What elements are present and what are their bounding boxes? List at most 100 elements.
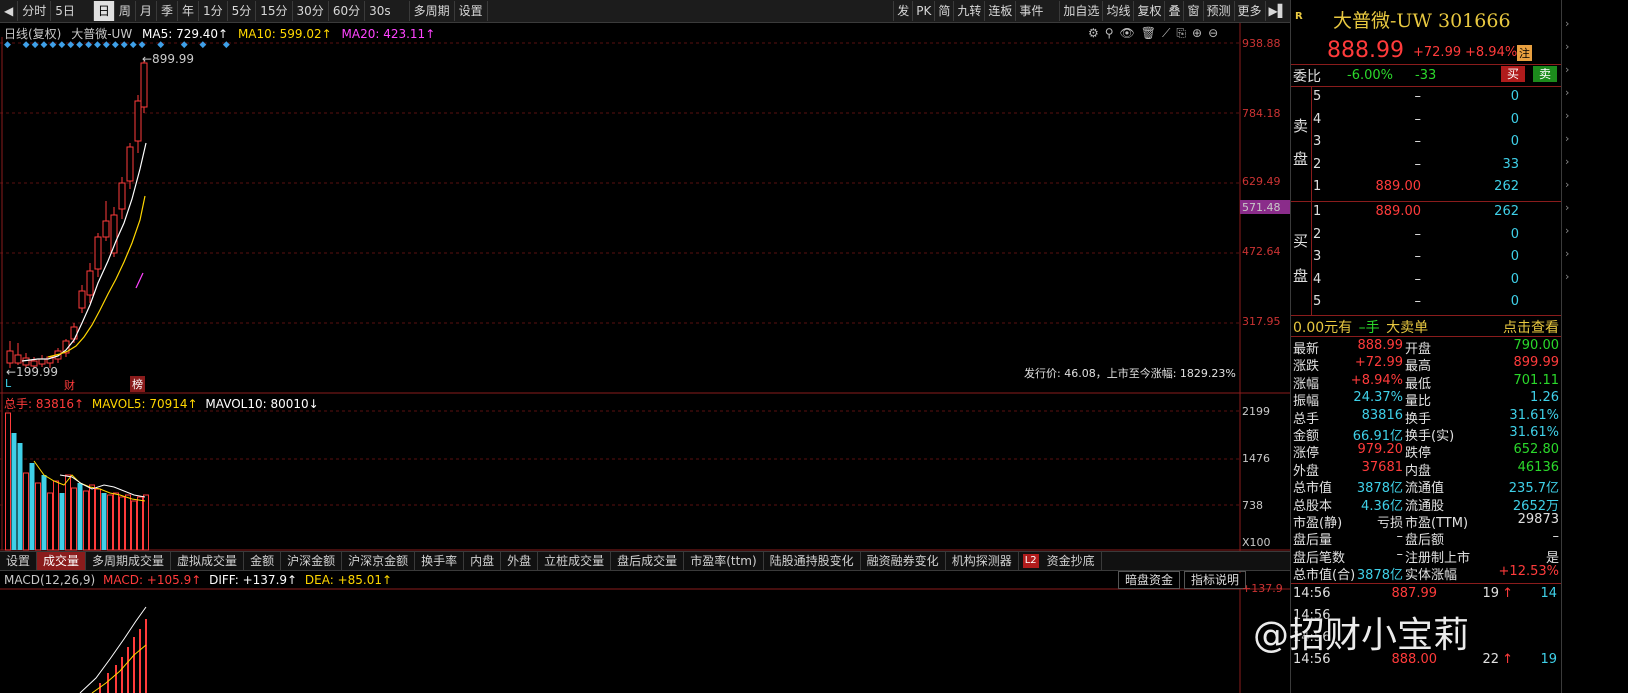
indicator-tab-8[interactable]: 内盘	[464, 552, 502, 570]
level: 3	[1313, 134, 1322, 149]
tool-button-4[interactable]: 连板	[984, 1, 1015, 21]
stat-value: +72.99	[1354, 355, 1403, 371]
period-tab-0[interactable]: 分时	[18, 1, 52, 21]
period-tab-10[interactable]: 30分	[293, 1, 329, 21]
period-tab-1[interactable]: 5日	[51, 1, 94, 21]
indicator-tab-7[interactable]: 换手率	[415, 552, 465, 570]
stat-label: 涨停	[1293, 446, 1320, 462]
bids-level-1[interactable]: 1 889.00 262	[1291, 204, 1561, 226]
tool-button-6[interactable]: 加自选	[1059, 1, 1102, 21]
play-icon[interactable]: ▶▌	[1264, 1, 1290, 21]
indicator-tab-14[interactable]: 融资融券变化	[861, 552, 946, 570]
marker-rank[interactable]: 榜	[130, 376, 145, 392]
volume-bar	[53, 480, 59, 551]
period-tab-7[interactable]: 1分	[199, 1, 228, 21]
candle-body	[86, 270, 94, 296]
period-tab-3[interactable]: 周	[115, 1, 136, 21]
indicator-tab-12[interactable]: 市盈率(ttm)	[684, 552, 764, 570]
sell-button[interactable]: 卖	[1533, 66, 1557, 82]
chart-tool-icons[interactable]: ⚙⚲👁🗑⟋⎘⊕⊖	[1088, 26, 1224, 41]
kline-type: 日线(复权)	[4, 27, 62, 41]
stat-label: 流通股	[1405, 498, 1445, 514]
period-tab-8[interactable]: 5分	[228, 1, 257, 21]
asks-level-4[interactable]: 2 – 33	[1291, 157, 1561, 179]
indicator-tab-11[interactable]: 盘后成交量	[611, 552, 685, 570]
note-tag[interactable]: 注	[1517, 45, 1532, 61]
big-order-link[interactable]: 点击查看	[1503, 317, 1559, 337]
period-tab-2[interactable]: 日	[93, 1, 115, 21]
buy-button[interactable]: 买	[1501, 66, 1525, 82]
tool-button-1[interactable]: PK	[912, 1, 934, 21]
candle-body	[140, 62, 148, 108]
indicator-tab-5[interactable]: 沪深金额	[281, 552, 343, 570]
tool-button-7[interactable]: 均线	[1102, 1, 1133, 21]
volume: 0	[1510, 89, 1519, 104]
period-tab-6[interactable]: 年	[178, 1, 199, 21]
volume-bar	[17, 443, 23, 550]
event-diamonds[interactable]: ◆ ◆◆◆◆◆◆◆◆◆◆◆◆◆◆ ◆ ◆ ◆ ◆	[4, 40, 232, 50]
period-tabs: 分时 5日日周月季年 1分 5分 15分 30分 60分 30s 多周期 设置	[18, 1, 488, 21]
period-tab-14[interactable]: 设置	[455, 1, 488, 21]
tool-button-12[interactable]: 更多	[1233, 1, 1265, 21]
macd-label: MACD(12,26,9)	[4, 573, 96, 587]
tool-button-10[interactable]: 窗	[1183, 1, 1202, 21]
indicator-tabs: 设置 成交量 多周期成交量 虚拟成交量 金额 沪深金额 沪深京金额 换手率 内盘 外盘 立桩成交量盘…	[0, 551, 1290, 571]
kline-chart[interactable]	[0, 23, 1290, 693]
dark-pool-button[interactable]: 暗盘资金	[1118, 571, 1181, 589]
asks-level-3[interactable]: 3 – 0	[1291, 134, 1561, 156]
asks-level-2[interactable]: 4 – 0	[1291, 112, 1561, 134]
period-tab-12[interactable]: 30s	[365, 1, 410, 21]
period-tab-5[interactable]: 季	[157, 1, 178, 21]
big-order-amount: 0.00元有	[1293, 320, 1353, 336]
period-tab-13[interactable]: 多周期	[410, 1, 455, 21]
tool-button-9[interactable]: 叠	[1164, 1, 1183, 21]
bids-level-4[interactable]: 4 – 0	[1291, 272, 1561, 294]
indicator-tab-4[interactable]: 金额	[244, 552, 282, 570]
stat-value: 29873	[1517, 512, 1559, 527]
tool-button-0[interactable]: 发	[893, 1, 912, 21]
indicator-tab-1[interactable]: 成交量	[37, 552, 87, 570]
volume-tick-3: X100	[1242, 536, 1271, 549]
tool-button-5[interactable]: 事件	[1015, 1, 1059, 21]
stat-row-4: 总手 83816 换手 31.61%	[1291, 407, 1561, 427]
volume-bar	[41, 475, 47, 550]
tool-button-2[interactable]: 简	[934, 1, 953, 21]
indicator-tab-3[interactable]: 虚拟成交量	[171, 552, 245, 570]
tool-button-11[interactable]: 预测	[1202, 1, 1234, 21]
indicator-tab-9[interactable]: 外盘	[501, 552, 539, 570]
candle-body	[94, 236, 102, 270]
period-toolbar: ◀ 分时 5日日周月季年 1分 5分 15分 30分 60分 30s 多周期 设置 发 PK 简九转连…	[0, 0, 1290, 23]
stat-row-9: 总股本 4.36亿 流通股 2652万	[1291, 495, 1561, 514]
volume-total: 总手: 83816↑	[4, 397, 85, 411]
period-tab-11[interactable]: 60分	[329, 1, 366, 21]
indicator-tab-16[interactable]: 资金抄底	[1041, 552, 1102, 570]
indicator-tab-10[interactable]: 立桩成交量	[538, 552, 612, 570]
back-icon[interactable]: ◀	[0, 1, 19, 21]
stat-label: 总市值	[1293, 481, 1333, 497]
period-tab-9[interactable]: 15分	[256, 1, 293, 21]
bids-level-5[interactable]: 5 – 0	[1291, 294, 1561, 316]
period-tab-4[interactable]: 月	[136, 1, 157, 21]
bids-level-3[interactable]: 3 – 0	[1291, 249, 1561, 271]
tool-button-3[interactable]: 九转	[953, 1, 984, 21]
indicator-tab-13[interactable]: 陆股通持股变化	[764, 552, 861, 570]
indicator-help-button[interactable]: 指标说明	[1184, 571, 1247, 589]
stat-value: 31.61%	[1509, 407, 1559, 423]
marker-l[interactable]: L	[5, 377, 11, 390]
marker-finance[interactable]: 财	[64, 377, 75, 393]
side-scroll-strip[interactable]: › › › › › › › › › › › ›	[1565, 12, 1569, 288]
indicator-tab-0[interactable]: 设置	[0, 552, 38, 570]
indicator-tab-15[interactable]: 机构探测器	[946, 552, 1019, 570]
ma20-line	[135, 272, 144, 289]
indicator-tab-6[interactable]: 沪深京金额	[342, 552, 416, 570]
stat-label: 外盘	[1293, 463, 1320, 479]
price-tick-0: 938.88	[1242, 37, 1281, 50]
tool-button-8[interactable]: 复权	[1133, 1, 1164, 21]
volume-bar	[65, 474, 71, 551]
stat-value: –	[1552, 529, 1560, 545]
volume-bar	[35, 482, 41, 551]
bids-level-2[interactable]: 2 – 0	[1291, 227, 1561, 249]
indicator-tab-2[interactable]: 多周期成交量	[86, 552, 172, 570]
asks-level-5[interactable]: 1 889.00 262	[1291, 179, 1561, 201]
asks-level-1[interactable]: 5 – 0	[1291, 89, 1561, 111]
